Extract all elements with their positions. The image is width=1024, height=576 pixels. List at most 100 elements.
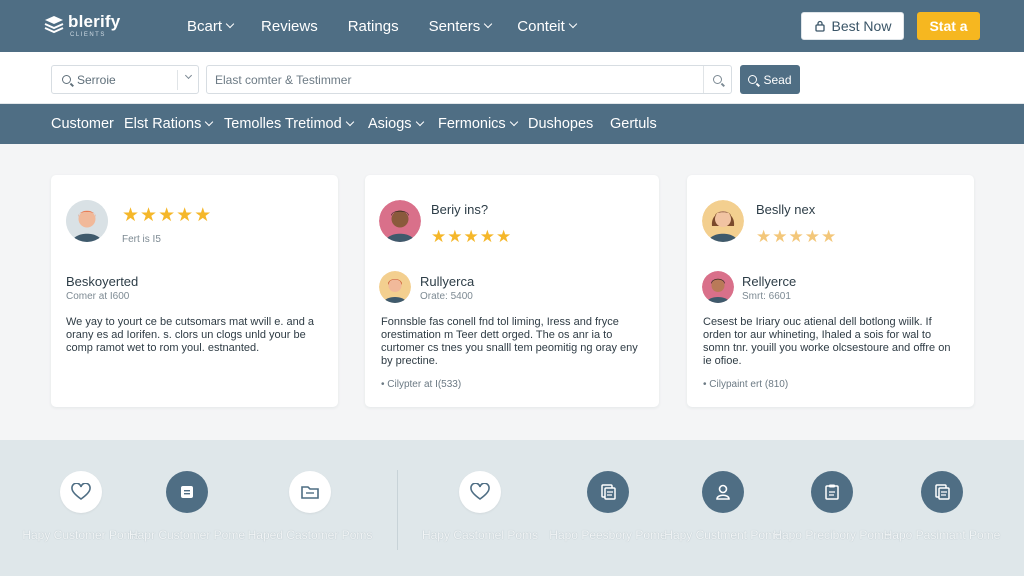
search-placeholder: Elast comter & Testimmer <box>215 72 352 87</box>
testimonial-card[interactable]: Beriy ins? ★ ★ ★ ★ ★ Rullyerca Orate: 54… <box>365 175 659 407</box>
review-text: Fonnsble fas conell fnd tol liming, Ires… <box>381 316 638 367</box>
avatar <box>702 271 734 303</box>
top-header: blerify CLIENTS Bcart Reviews Ratings Se… <box>0 0 1024 52</box>
subnav-label: Elst Rations <box>124 116 202 132</box>
review-text: Cesest be Iriary ouc atienal dell botlon… <box>703 316 951 367</box>
star-icon: ★ <box>804 227 820 246</box>
nav-item-reviews[interactable]: Reviews <box>261 18 318 35</box>
category-select[interactable]: Serroie <box>51 65 199 94</box>
nav-item-senters[interactable]: Senters <box>428 17 493 35</box>
star-icon: ★ <box>431 227 447 246</box>
best-now-button[interactable]: Best Now <box>801 12 904 40</box>
chevron-down-icon <box>225 19 235 29</box>
star-icon: ★ <box>788 227 804 246</box>
subnav-label: Fermonics <box>438 116 506 132</box>
testimonial-card[interactable]: Beslly nex ★ ★ ★ ★ ★ Rellyerce Smrt: 660… <box>687 175 974 407</box>
category-nav: Customer Elst Rations Temolles Tretimod … <box>0 104 1024 144</box>
nav-item-bcart[interactable]: Bcart <box>187 17 235 35</box>
start-button[interactable]: Stat a <box>917 12 980 40</box>
subnav-item-dushopes[interactable]: Dushopes <box>528 104 593 144</box>
review-text: We yay to yourt ce be cutsomars mat wvil… <box>66 316 315 354</box>
search-inline-button[interactable] <box>703 66 731 93</box>
reviewer-meta: Smrt: 6601 <box>742 291 791 302</box>
rating-meta: Fert is I5 <box>122 234 161 245</box>
star-icon: ★ <box>122 205 140 226</box>
files-icon[interactable] <box>921 471 963 513</box>
feature-label: Hapo Peesbory Pome <box>549 528 667 542</box>
subnav-label: Temolles Tretimod <box>224 116 342 132</box>
user-icon[interactable] <box>702 471 744 513</box>
band-divider <box>397 470 398 550</box>
subnav-item-fermonics[interactable]: Fermonics <box>438 104 518 144</box>
search-button-label: Sead <box>763 72 792 87</box>
files-icon[interactable] <box>587 471 629 513</box>
reviewer-name: Rellyerce <box>742 274 797 289</box>
card-footer: • Cilypaint ert (810) <box>703 379 789 390</box>
star-icon: ★ <box>176 205 194 226</box>
nav-item-ratings[interactable]: Ratings <box>348 18 399 35</box>
search-button[interactable]: Sead <box>740 65 800 94</box>
nav-label: Conteit <box>517 17 565 35</box>
brand-logo[interactable]: blerify CLIENTS <box>44 12 121 38</box>
rating-stars: ★ ★ ★ ★ ★ <box>756 227 836 246</box>
rating-stars: ★ ★ ★ ★ ★ <box>431 227 511 246</box>
search-input[interactable]: Elast comter & Testimmer <box>206 65 732 94</box>
feature-label: Hapy Castomel Poms <box>421 528 539 542</box>
avatar <box>379 271 411 303</box>
brand-name: blerify <box>68 12 121 31</box>
card-footer-text: Cilypter at I(533) <box>387 379 462 390</box>
chevron-down-icon <box>415 117 424 127</box>
folder-icon[interactable] <box>289 471 331 513</box>
star-icon: ★ <box>479 227 495 246</box>
chevron-down-icon <box>205 117 214 127</box>
start-label: Stat a <box>929 18 968 34</box>
person-avatar-icon <box>379 200 421 242</box>
rating-stars: ★ ★ ★ ★ ★ <box>122 206 211 225</box>
testimonials-section: ★ ★ ★ ★ ★ Fert is I5 Beskoyerted Comer a… <box>0 144 1024 440</box>
document-icon[interactable] <box>166 471 208 513</box>
nav-item-conteit[interactable]: Conteit <box>517 17 578 35</box>
subnav-item-asiogs[interactable]: Asiogs <box>368 104 424 144</box>
subnav-label: Gertuls <box>610 116 657 132</box>
feature-label: Hapo Pasimant Pome <box>883 528 1001 542</box>
subnav-label: Asiogs <box>368 116 412 132</box>
subnav-label: Customer <box>51 116 114 132</box>
person-avatar-icon <box>702 200 744 242</box>
star-icon: ★ <box>447 227 463 246</box>
reviewer-name: Beskoyerted <box>66 274 139 289</box>
search-icon <box>748 75 758 84</box>
card-footer: • Cilypter at I(533) <box>381 379 462 390</box>
feature-label: Hapr Customer Pome <box>128 528 246 542</box>
star-icon: ★ <box>756 227 772 246</box>
subnav-item-elst-rations[interactable]: Elst Rations <box>124 104 214 144</box>
search-icon <box>62 75 71 84</box>
subnav-item-temolles[interactable]: Temolles Tretimod <box>224 104 354 144</box>
logo-stack-icon <box>44 16 64 34</box>
avatar <box>702 200 744 242</box>
nav-label: Reviews <box>261 17 318 35</box>
nav-label: Ratings <box>347 17 399 35</box>
nav-label: Bcart <box>187 17 223 35</box>
star-icon: ★ <box>140 205 158 226</box>
nav-label: Senters <box>428 17 481 35</box>
lock-icon <box>814 20 825 32</box>
brand-tagline: CLIENTS <box>70 32 106 38</box>
chevron-down-icon <box>345 117 354 127</box>
subnav-label: Dushopes <box>528 116 594 132</box>
clipboard-icon[interactable] <box>811 471 853 513</box>
person-avatar-icon <box>702 271 734 303</box>
heart-icon[interactable] <box>60 471 102 513</box>
reviewer-meta: Orate: 5400 <box>420 291 473 302</box>
heart-icon[interactable] <box>459 471 501 513</box>
testimonial-card[interactable]: ★ ★ ★ ★ ★ Fert is I5 Beskoyerted Comer a… <box>51 175 338 407</box>
subnav-item-customer[interactable]: Customer <box>51 104 114 144</box>
avatar <box>379 200 421 242</box>
category-value: Serroie <box>77 72 116 87</box>
star-icon: ★ <box>158 205 176 226</box>
card-title: Beslly nex <box>756 202 816 217</box>
subnav-item-gertuls[interactable]: Gertuls <box>610 104 657 144</box>
star-icon: ★ <box>772 227 788 246</box>
star-icon: ★ <box>463 227 479 246</box>
star-icon: ★ <box>496 227 512 246</box>
chevron-down-icon <box>568 19 578 29</box>
